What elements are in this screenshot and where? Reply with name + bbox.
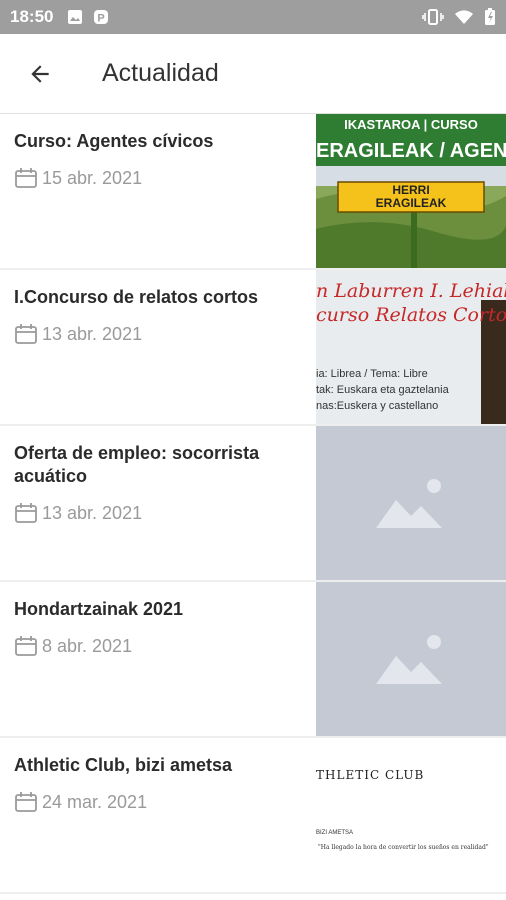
calendar-icon [15,324,37,344]
thumb-small-3: nas:Euskera y castellano [316,400,439,412]
item-date-text: 24 mar. 2021 [42,791,148,812]
thumb-small-1: ia: Librea / Tema: Libre [316,368,428,380]
thumb-line-2: curso Relatos Cortos [316,304,506,326]
item-date: 13 abr. 2021 [14,502,302,524]
item-thumbnail [316,582,506,736]
calendar-icon [15,503,37,523]
thumb-band: ERAGILEAK / AGENTES [316,136,506,166]
news-list: Curso: Agentes cívicos 15 abr. 2021 IKAS… [0,114,506,894]
arrow-back-icon [31,64,49,83]
item-thumbnail: THLETIC CLUB BIZI AMETSA "Ha llegado la … [316,738,506,892]
thumb-quote: "Ha llegado la hora de convertir los sue… [318,844,489,851]
item-thumbnail [316,426,506,580]
status-time: 18:50 [10,7,54,26]
thumb-sub: BIZI AMETSA [316,830,354,836]
thumb-header: IKASTAROA | CURSO [316,114,506,136]
wifi-icon [455,10,473,24]
image-icon [68,10,83,24]
battery-icon [485,8,495,25]
item-date: 8 abr. 2021 [14,635,302,657]
image-placeholder-icon [376,479,442,528]
parking-icon: P [94,10,109,25]
back-button[interactable] [0,34,80,114]
svg-text:P: P [98,13,105,25]
list-item[interactable]: Oferta de empleo: socorrista acuático 13… [0,426,506,582]
item-date-text: 15 abr. 2021 [42,167,143,188]
list-item[interactable]: Curso: Agentes cívicos 15 abr. 2021 IKAS… [0,114,506,270]
vibrate-icon [422,9,444,25]
calendar-icon [15,792,37,812]
item-date: 13 abr. 2021 [14,323,302,345]
status-bar: 18:50 P [0,0,506,34]
page-title: Actualidad [102,59,219,87]
item-thumbnail: n Laburren I. Lehiak curso Relatos Corto… [316,270,506,424]
item-date: 24 mar. 2021 [14,791,302,813]
thumb-small-2: tak: Euskara eta gaztelania [316,384,449,396]
item-thumbnail: IKASTAROA | CURSO ERAGILEAK / AGENTES HE… [316,114,506,268]
item-title: Athletic Club, bizi ametsa [14,755,233,775]
item-title: Hondartzainak 2021 [14,599,184,619]
sign-line-2: ERAGILEAK [375,196,447,210]
item-date-text: 8 abr. 2021 [42,635,133,656]
item-title: I.Concurso de relatos cortos [14,287,259,307]
item-title: Curso: Agentes cívicos [14,131,214,151]
thumb-line-1: n Laburren I. Lehiak [316,280,506,302]
list-item[interactable]: I.Concurso de relatos cortos 13 abr. 202… [0,270,506,426]
image-placeholder-icon [376,635,442,684]
list-item[interactable]: Hondartzainak 2021 8 abr. 2021 [0,582,506,738]
item-date: 15 abr. 2021 [14,167,302,189]
item-date-text: 13 abr. 2021 [42,323,143,344]
item-title: Oferta de empleo: socorrista acuático [14,443,260,486]
list-item[interactable]: Athletic Club, bizi ametsa 24 mar. 2021 … [0,738,506,894]
calendar-icon [15,168,37,188]
item-date-text: 13 abr. 2021 [42,502,143,523]
thumb-heading: THLETIC CLUB [316,768,425,782]
app-bar: Actualidad [0,34,506,114]
calendar-icon [15,636,37,656]
